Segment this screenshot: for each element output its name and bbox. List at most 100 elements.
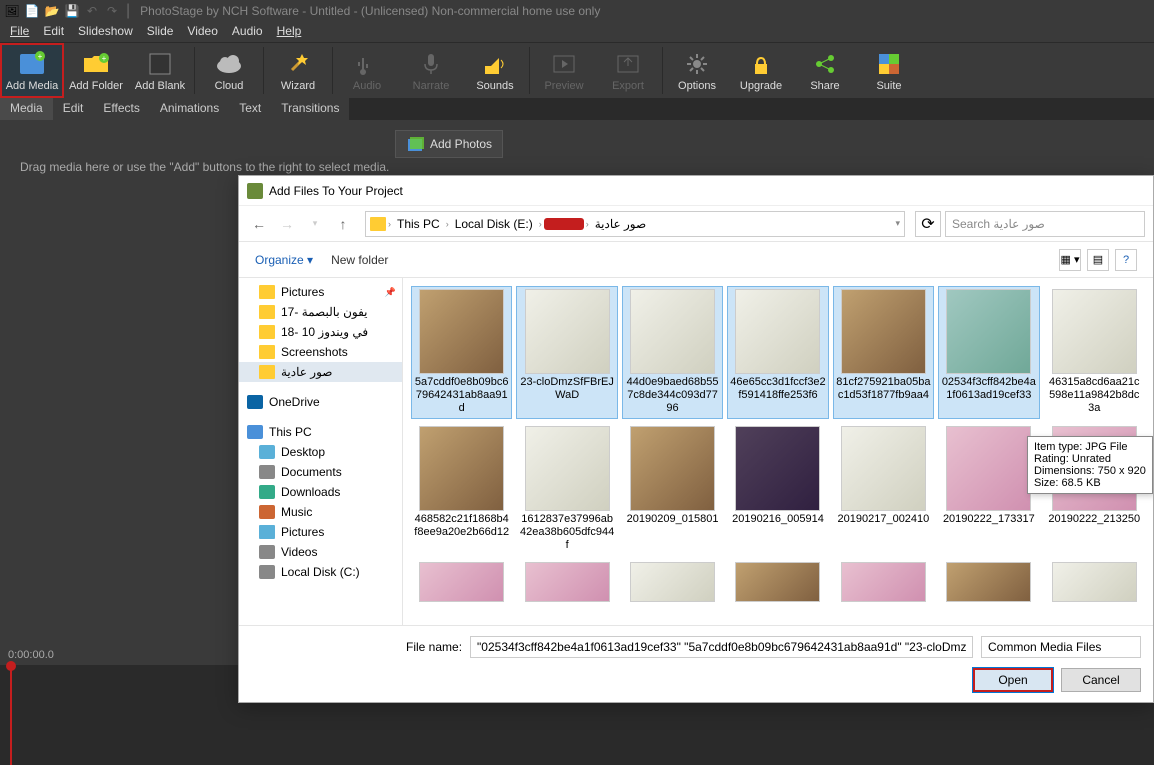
menu-slideshow[interactable]: Slideshow [72, 22, 139, 42]
file-thumb[interactable]: 46e65cc3d1fccf3e2f591418ffe253f6 [727, 286, 828, 419]
add-photos-button[interactable]: Add Photos [395, 130, 503, 158]
file-thumb[interactable] [1044, 559, 1145, 605]
add-folder-button[interactable]: + Add Folder [64, 43, 128, 98]
refresh-button[interactable]: ⟳ [915, 211, 941, 237]
tree-pictures[interactable]: Pictures [239, 282, 402, 302]
undo-icon[interactable]: ↶ [84, 3, 100, 19]
tree-screenshots[interactable]: Screenshots [239, 342, 402, 362]
tree-folder17[interactable]: يفون بالبصمة -17 [239, 302, 402, 322]
preview-button[interactable]: Preview [532, 43, 596, 98]
tab-animations[interactable]: Animations [150, 98, 229, 120]
menubar: File Edit Slideshow Slide Video Audio He… [0, 22, 1154, 42]
add-blank-button[interactable]: Add Blank [128, 43, 192, 98]
crumb-redacted[interactable] [544, 218, 584, 230]
file-thumb[interactable] [833, 559, 934, 605]
recent-dropdown[interactable]: ▾ [303, 212, 327, 236]
thumb-label: 20190216_005914 [732, 513, 824, 526]
sounds-icon [481, 50, 509, 78]
cancel-button[interactable]: Cancel [1061, 668, 1141, 692]
redo-icon[interactable]: ↷ [104, 3, 120, 19]
tree-desktop[interactable]: Desktop [239, 442, 402, 462]
dialog-title: Add Files To Your Project [269, 184, 403, 198]
open-icon[interactable]: 📂 [44, 3, 60, 19]
file-thumb[interactable] [622, 559, 723, 605]
save-icon[interactable]: 💾 [64, 3, 80, 19]
tree-thispc[interactable]: This PC [239, 422, 402, 442]
nav-tree[interactable]: Pictures يفون بالبصمة -17 في ويندوز 10 -… [239, 278, 403, 625]
file-thumb[interactable]: 1612837e37996ab42ea38b605dfc944f [516, 423, 617, 556]
thumbnail-grid[interactable]: 5a7cddf0e8b09bc679642431ab8aa91d23-cloDm… [403, 278, 1153, 625]
file-thumb[interactable]: 20190217_002410 [833, 423, 934, 556]
tab-effects[interactable]: Effects [93, 98, 149, 120]
tree-videos[interactable]: Videos [239, 542, 402, 562]
tree-documents[interactable]: Documents [239, 462, 402, 482]
file-thumb[interactable]: 5a7cddf0e8b09bc679642431ab8aa91d [411, 286, 512, 419]
organize-button[interactable]: Organize ▾ [255, 253, 313, 267]
tree-pictures2[interactable]: Pictures [239, 522, 402, 542]
file-thumb[interactable]: 23-cloDmzSfFBrEJWaD [516, 286, 617, 419]
titlebar: 🖼 📄 📂 💾 ↶ ↷ | PhotoStage by NCH Software… [0, 0, 1154, 22]
file-thumb[interactable]: 468582c21f1868b4f8ee9a20e2b66d12 [411, 423, 512, 556]
file-thumb[interactable]: 44d0e9baed68b557c8de344c093d7796 [622, 286, 723, 419]
menu-help[interactable]: Help [271, 22, 308, 42]
crumb-thispc[interactable]: This PC [393, 217, 444, 231]
tree-onedrive[interactable]: OneDrive [239, 392, 402, 412]
tab-text[interactable]: Text [229, 98, 271, 120]
back-button[interactable]: ← [247, 212, 271, 236]
tree-music[interactable]: Music [239, 502, 402, 522]
new-folder-button[interactable]: New folder [331, 253, 388, 267]
menu-file[interactable]: File [4, 22, 35, 42]
tab-media[interactable]: Media [0, 98, 53, 120]
search-input[interactable]: Search صور عادية [945, 211, 1145, 237]
file-thumb[interactable] [727, 559, 828, 605]
cloud-button[interactable]: Cloud [197, 43, 261, 98]
menu-slide[interactable]: Slide [141, 22, 180, 42]
help-button[interactable]: ? [1115, 249, 1137, 271]
breadcrumb-bar[interactable]: › This PC › Local Disk (E:) › › صور عادي… [365, 211, 905, 237]
export-button[interactable]: Export [596, 43, 660, 98]
share-button[interactable]: Share [793, 43, 857, 98]
tree-localc[interactable]: Local Disk (C:) [239, 562, 402, 582]
file-thumb[interactable] [938, 559, 1039, 605]
thumb-label: 02534f3cff842be4a1f0613ad19cef33 [941, 376, 1036, 402]
thumb-image [630, 289, 715, 374]
forward-button[interactable]: → [275, 212, 299, 236]
open-button[interactable]: Open [973, 668, 1053, 692]
menu-audio[interactable]: Audio [226, 22, 269, 42]
filename-input[interactable] [470, 636, 973, 658]
tree-downloads[interactable]: Downloads [239, 482, 402, 502]
crumb-current[interactable]: صور عادية [591, 217, 650, 231]
file-thumb[interactable] [516, 559, 617, 605]
tab-transitions[interactable]: Transitions [271, 98, 349, 120]
file-thumb[interactable] [411, 559, 512, 605]
file-thumb[interactable]: 20190222_173317 [938, 423, 1039, 556]
tree-normal-photos[interactable]: صور عادية [239, 362, 402, 382]
share-icon [811, 50, 839, 78]
file-thumb[interactable]: 81cf275921ba05bac1d53f1877fb9aa4 [833, 286, 934, 419]
tab-edit[interactable]: Edit [53, 98, 94, 120]
file-thumb[interactable]: 46315a8cd6aa21c598e11a9842b8dc3a [1044, 286, 1145, 419]
filetype-filter[interactable]: Common Media Files [981, 636, 1141, 658]
sounds-button[interactable]: Sounds [463, 43, 527, 98]
add-media-button[interactable]: + Add Media [0, 43, 64, 98]
narrate-icon [417, 50, 445, 78]
preview-pane-button[interactable]: ▤ [1087, 249, 1109, 271]
wizard-button[interactable]: Wizard [266, 43, 330, 98]
file-thumb[interactable]: 20190216_005914 [727, 423, 828, 556]
file-thumb[interactable]: 20190209_015801 [622, 423, 723, 556]
upgrade-button[interactable]: Upgrade [729, 43, 793, 98]
audio-button[interactable]: Audio [335, 43, 399, 98]
crumb-drive[interactable]: Local Disk (E:) [451, 217, 537, 231]
options-button[interactable]: Options [665, 43, 729, 98]
menu-edit[interactable]: Edit [37, 22, 70, 42]
new-icon[interactable]: 📄 [24, 3, 40, 19]
up-button[interactable]: ↑ [331, 212, 355, 236]
suite-button[interactable]: Suite [857, 43, 921, 98]
thumb-label: 468582c21f1868b4f8ee9a20e2b66d12 [414, 513, 509, 539]
tree-folder18[interactable]: في ويندوز 10 -18 [239, 322, 402, 342]
narrate-button[interactable]: Narrate [399, 43, 463, 98]
file-thumb[interactable]: 02534f3cff842be4a1f0613ad19cef33 [938, 286, 1039, 419]
menu-video[interactable]: Video [181, 22, 223, 42]
view-options-button[interactable]: ▦ ▾ [1059, 249, 1081, 271]
dialog-toolbar: Organize ▾ New folder ▦ ▾ ▤ ? [239, 242, 1153, 278]
